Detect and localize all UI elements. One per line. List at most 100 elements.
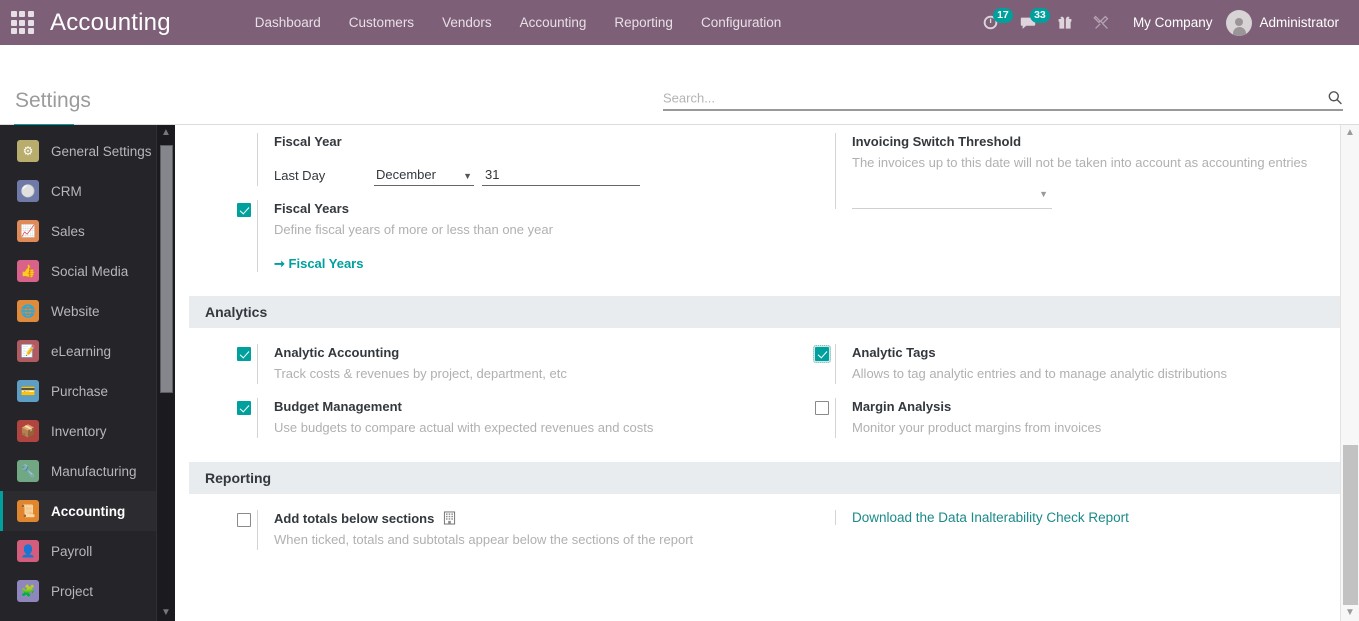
analytics-left-column: Analytic Accounting Track costs & revenu… — [189, 336, 767, 390]
setting-fiscal-years: Fiscal Years Define fiscal years of more… — [205, 192, 751, 278]
menu-item-customers[interactable]: Customers — [335, 2, 428, 43]
sidebar-item-label: Purchase — [51, 384, 108, 399]
sidebar-item-label: CRM — [51, 184, 82, 199]
menu-item-vendors[interactable]: Vendors — [428, 2, 506, 43]
budget-management-checkbox[interactable] — [237, 401, 251, 415]
scroll-down-arrow-icon[interactable]: ▼ — [157, 605, 175, 621]
analytics-right-column-2: Margin Analysis Monitor your product mar… — [767, 390, 1345, 444]
scroll-down-arrow-icon[interactable]: ▼ — [1341, 605, 1359, 621]
messages-count-badge: 33 — [1030, 8, 1050, 23]
menu-item-configuration[interactable]: Configuration — [687, 2, 795, 43]
sidebar-item-label: Project — [51, 584, 93, 599]
analytic-accounting-label: Analytic Accounting — [274, 344, 751, 362]
fiscal-years-label: Fiscal Years — [274, 200, 751, 218]
puzzle-icon: 🧩 — [17, 580, 39, 602]
margin-analysis-help: Monitor your product margins from invoic… — [852, 418, 1329, 438]
sidebar-item-accounting[interactable]: 📜 Accounting — [0, 491, 175, 531]
activities-menu-button[interactable]: 17 — [973, 0, 1008, 45]
menu-item-reporting[interactable]: Reporting — [600, 2, 687, 43]
scroll-up-arrow-icon[interactable]: ▲ — [1341, 125, 1359, 141]
setting-add-totals-below-sections: Add totals below sections — [205, 502, 751, 556]
handshake-icon: ⚪ — [17, 180, 39, 202]
invoicing-threshold-label: Invoicing Switch Threshold — [852, 133, 1329, 151]
margin-analysis-label: Margin Analysis — [852, 398, 1329, 416]
scroll-up-arrow-icon[interactable]: ▲ — [157, 125, 175, 141]
globe-icon: 🌐 — [17, 300, 39, 322]
fiscal-years-link[interactable]: ➞ Fiscal Years — [274, 256, 363, 272]
sidebar-item-label: Manufacturing — [51, 464, 137, 479]
wrench-screwdriver-icon — [1093, 14, 1110, 31]
reporting-left-column: Add totals below sections — [189, 502, 767, 556]
company-switcher[interactable]: My Company — [1121, 15, 1225, 30]
invoicing-threshold-help: The invoices up to this date will not be… — [852, 153, 1329, 173]
sidebar-item-label: Accounting — [51, 504, 125, 519]
apps-menu-button[interactable] — [0, 0, 44, 45]
developer-tools-button[interactable] — [1084, 0, 1119, 45]
sidebar-item-manufacturing[interactable]: 🔧 Manufacturing — [0, 451, 175, 491]
setting-fiscal-year: Fiscal Year Last Day December ▼ — [205, 125, 751, 192]
download-inalterability-report-link[interactable]: Download the Data Inalterability Check R… — [852, 510, 1129, 525]
app-brand-title[interactable]: Accounting — [44, 9, 179, 37]
sidebar-item-crm[interactable]: ⚪ CRM — [0, 171, 175, 211]
sidebar-item-label: Inventory — [51, 424, 107, 439]
sidebar-scrollbar-thumb[interactable] — [160, 145, 173, 393]
setting-analytic-accounting: Analytic Accounting Track costs & revenu… — [205, 336, 751, 390]
search-icon[interactable] — [1327, 90, 1343, 106]
thumbs-up-icon: 👍 — [17, 260, 39, 282]
analytic-tags-help: Allows to tag analytic entries and to ma… — [852, 364, 1329, 384]
user-name-label: Administrator — [1259, 15, 1339, 30]
gear-icon: ⚙ — [17, 140, 39, 162]
setting-invoicing-switch-threshold: Invoicing Switch Threshold The invoices … — [783, 125, 1329, 215]
sidebar-item-general-settings[interactable]: ⚙ General Settings — [0, 131, 175, 171]
sidebar-item-social-media[interactable]: 👍 Social Media — [0, 251, 175, 291]
menu-item-dashboard[interactable]: Dashboard — [241, 2, 335, 43]
analytic-accounting-help: Track costs & revenues by project, depar… — [274, 364, 751, 384]
sidebar-item-payroll[interactable]: 👤 Payroll — [0, 531, 175, 571]
analytics-left-column-2: Budget Management Use budgets to compare… — [189, 390, 767, 444]
sidebar-item-elearning[interactable]: 📝 eLearning — [0, 331, 175, 371]
arrow-right-icon: ➞ — [274, 256, 285, 271]
last-day-label: Last Day — [274, 168, 374, 183]
sidebar-item-label: Payroll — [51, 544, 92, 559]
apps-sidebar: ⚙ General Settings ⚪ CRM 📈 Sales 👍 Socia… — [0, 125, 175, 621]
section-header-reporting: Reporting — [189, 462, 1359, 494]
main-scrollbar-thumb[interactable] — [1343, 445, 1358, 605]
user-avatar-icon — [1226, 10, 1252, 36]
fiscal-year-column: Fiscal Year Last Day December ▼ — [189, 125, 767, 278]
sidebar-item-label: Sales — [51, 224, 85, 239]
sidebar-items-list: ⚙ General Settings ⚪ CRM 📈 Sales 👍 Socia… — [0, 125, 175, 611]
user-menu-button[interactable]: Administrator — [1226, 10, 1345, 36]
section-header-analytics: Analytics — [189, 296, 1359, 328]
analytics-row-1: Analytic Accounting Track costs & revenu… — [175, 336, 1359, 390]
sidebar-scrollbar[interactable]: ▲ ▼ — [156, 125, 175, 621]
menu-item-accounting[interactable]: Accounting — [506, 2, 601, 43]
sidebar-item-website[interactable]: 🌐 Website — [0, 291, 175, 331]
page-title: Settings — [15, 89, 91, 113]
presentation-icon: 📝 — [17, 340, 39, 362]
main-menu: Dashboard Customers Vendors Accounting R… — [241, 2, 796, 43]
wrench-icon: 🔧 — [17, 460, 39, 482]
sidebar-item-sales[interactable]: 📈 Sales — [0, 211, 175, 251]
search-bar — [663, 90, 1343, 111]
add-totals-checkbox[interactable] — [237, 513, 251, 527]
invoicing-threshold-date-input[interactable]: ▼ — [852, 187, 1052, 209]
gift-button[interactable] — [1048, 0, 1082, 45]
search-input[interactable] — [663, 90, 1327, 105]
messages-menu-button[interactable]: 33 — [1010, 0, 1046, 45]
sidebar-item-purchase[interactable]: 💳 Purchase — [0, 371, 175, 411]
main-scrollbar[interactable]: ▲ ▼ — [1340, 125, 1359, 621]
margin-analysis-checkbox[interactable] — [815, 401, 829, 415]
reporting-right-column: Download the Data Inalterability Check R… — [767, 502, 1345, 556]
analytic-tags-checkbox[interactable] — [815, 347, 829, 361]
fiscal-years-checkbox[interactable] — [237, 203, 251, 217]
analytic-accounting-checkbox[interactable] — [237, 347, 251, 361]
add-totals-help: When ticked, totals and subtotals appear… — [274, 530, 751, 550]
analytics-right-column: Analytic Tags Allows to tag analytic ent… — [767, 336, 1345, 390]
sidebar-item-inventory[interactable]: 📦 Inventory — [0, 411, 175, 451]
fiscal-year-month-select[interactable]: December — [374, 165, 474, 186]
fiscal-year-day-input[interactable] — [482, 165, 640, 186]
building-company-icon — [443, 511, 456, 525]
setting-data-inalterability: Download the Data Inalterability Check R… — [783, 502, 1329, 531]
page-body: ⚙ General Settings ⚪ CRM 📈 Sales 👍 Socia… — [0, 125, 1359, 621]
sidebar-item-project[interactable]: 🧩 Project — [0, 571, 175, 611]
